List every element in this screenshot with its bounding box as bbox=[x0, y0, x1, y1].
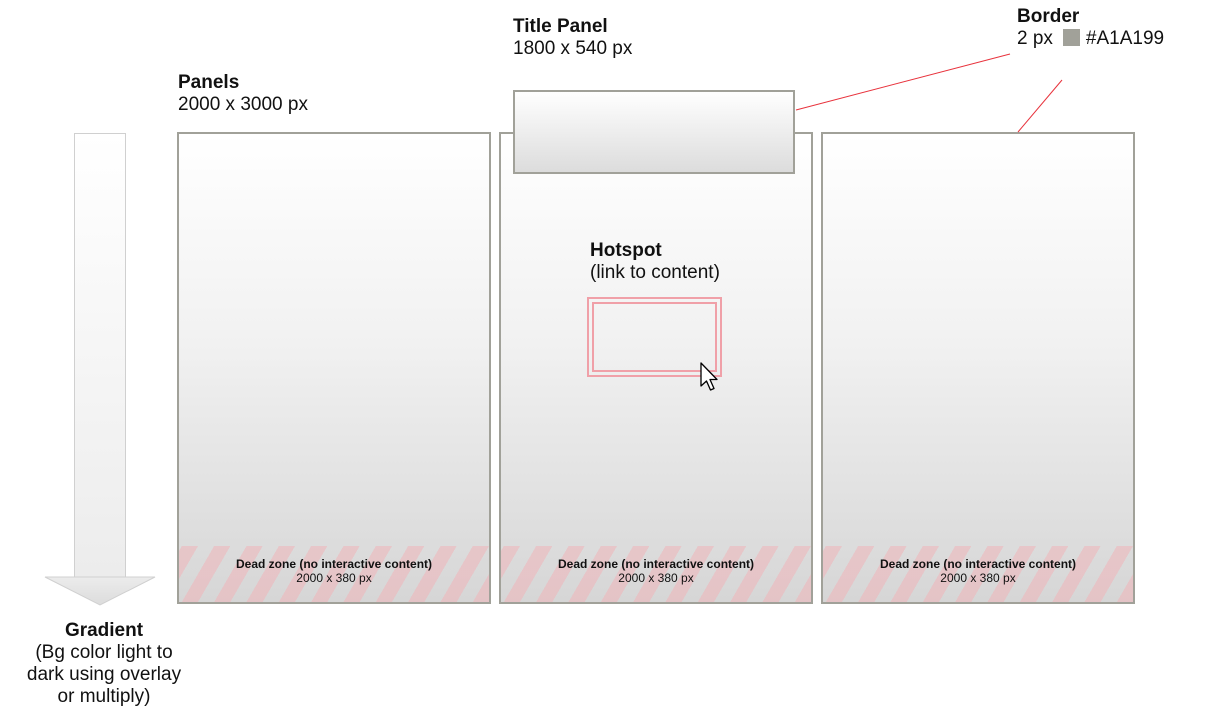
hotspot-inner-border bbox=[592, 302, 717, 372]
callout-line-panel bbox=[1017, 79, 1063, 133]
hotspot-label: Hotspot (link to content) bbox=[590, 240, 720, 284]
hotspot-title: Hotspot bbox=[590, 240, 662, 261]
callout-line-title-panel bbox=[795, 53, 1011, 111]
cursor-arrow-icon bbox=[700, 362, 718, 391]
hotspot-description: (link to content) bbox=[590, 262, 720, 283]
